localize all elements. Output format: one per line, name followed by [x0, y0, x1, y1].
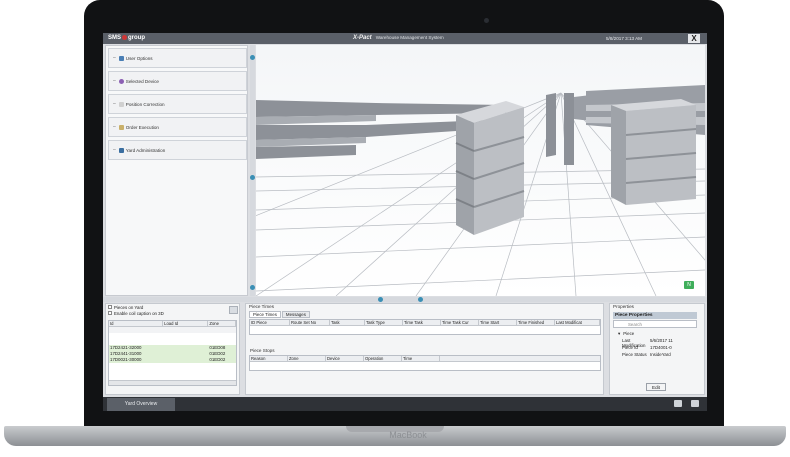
laptop: MacBook SMS group X-Pact Warehouse Managem… [0, 0, 790, 457]
table-row[interactable]: 17D0021-30000 01ED02 [109, 357, 236, 363]
property-row[interactable]: Piece Status InsideYard [622, 352, 671, 356]
column-header-zone[interactable]: Zone [208, 321, 236, 326]
yard-pieces-panel: Pieces on Yard Enable coil caption on 3D… [105, 303, 240, 395]
table-header: ID Piece Route Set No Task Task Type Tim… [250, 320, 600, 326]
user-icon [118, 55, 124, 61]
collapse-icon: ▾ [618, 331, 621, 336]
order-icon [118, 124, 124, 130]
piece-properties-header: Piece Properties [613, 312, 697, 319]
logo-dot [122, 35, 128, 40]
vertical-splitter[interactable] [250, 45, 255, 296]
table-header: Reason Zone Device Operation Time [250, 356, 600, 362]
pieces-checkbox[interactable] [108, 305, 112, 309]
splitter-handle[interactable] [250, 175, 255, 180]
pieces-table: Id Load Id Zone 17D2421-32000 01ED08 17D… [108, 320, 237, 386]
company-logo: SMS group [108, 35, 146, 42]
section-order-execution[interactable]: – Order Execution [108, 117, 247, 137]
compass-indicator[interactable]: N [684, 281, 694, 289]
properties-panel: Properties Piece Properties Search ▾ Piec… [609, 303, 705, 395]
caption-checkbox-row[interactable]: Enable coil caption on 3D [106, 310, 239, 316]
device-icon [118, 78, 124, 84]
edit-button[interactable]: Edit [646, 383, 666, 391]
yard-3d-scene [256, 45, 705, 296]
expand-icon: – [113, 55, 116, 61]
position-icon [118, 101, 124, 107]
brand-label: MacBook [389, 430, 427, 440]
splitter-handle[interactable] [418, 297, 423, 302]
piece-stops-table: Reason Zone Device Operation Time [249, 355, 601, 371]
expand-icon: – [113, 101, 116, 107]
search-input[interactable]: Search [613, 320, 697, 328]
camera [484, 18, 489, 23]
app-subtitle: Warehouse Management System [375, 35, 444, 40]
piece-times-panel: Piece Times Piece Times Messages ID Piec… [245, 303, 604, 395]
section-position-correction[interactable]: – Position Correction [108, 94, 247, 114]
horizontal-scrollbar[interactable] [109, 380, 236, 385]
left-panel: – User Options – Selected Device – Posit… [105, 45, 248, 296]
title-bar: SMS group X-Pact Warehouse Management Syst… [103, 33, 707, 44]
yard-icon [118, 147, 124, 153]
expand-icon: – [113, 147, 116, 153]
column-header-load-id[interactable]: Load Id [163, 321, 209, 326]
piece-times-table: ID Piece Route Set No Task Task Type Tim… [249, 319, 601, 335]
splitter-handle[interactable] [378, 297, 383, 302]
app-title: X-Pact Warehouse Management System [353, 35, 444, 41]
printer-icon[interactable] [674, 400, 682, 407]
tab-bar: Piece Times Messages [249, 311, 311, 318]
section-selected-device[interactable]: – Selected Device [108, 71, 247, 91]
expand-icon: – [113, 124, 116, 130]
panel-title: Properties [613, 304, 634, 309]
yard-3d-viewport[interactable]: N [256, 45, 705, 296]
tab-piece-times[interactable]: Piece Times [249, 311, 281, 318]
property-row[interactable]: Piece Id 17D4001-0 [622, 345, 672, 350]
piece-stops-title: Piece Stops [250, 348, 275, 353]
datetime: 5/8/2017 3:13 AM [606, 36, 643, 41]
splitter-handle[interactable] [250, 285, 255, 290]
app-window: SMS group X-Pact Warehouse Management Syst… [103, 33, 707, 411]
section-yard-administration[interactable]: – Yard Administration [108, 140, 247, 160]
tab-messages[interactable]: Messages [281, 311, 310, 318]
camera-icon[interactable] [691, 400, 699, 407]
section-user-options[interactable]: – User Options [108, 48, 247, 68]
close-button[interactable]: X [688, 34, 700, 43]
horizontal-splitter[interactable] [103, 297, 707, 302]
status-bar: Yard Overview [103, 397, 707, 411]
expand-icon: – [113, 78, 116, 84]
column-header-id[interactable]: Id [109, 321, 164, 326]
group-piece[interactable]: ▾ Piece [618, 331, 634, 337]
yard-overview-tab[interactable]: Yard Overview [107, 398, 175, 411]
splitter-handle[interactable] [250, 55, 255, 60]
panel-title: Piece Times [249, 304, 275, 309]
caption-checkbox[interactable] [108, 311, 112, 315]
filter-button[interactable] [229, 306, 238, 314]
